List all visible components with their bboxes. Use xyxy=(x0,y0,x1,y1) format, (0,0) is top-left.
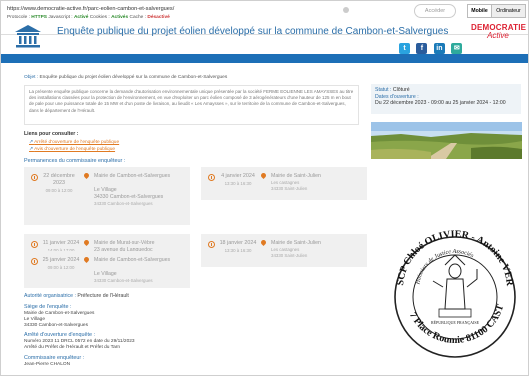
statut-value: Clôturé xyxy=(392,87,410,93)
permanence-card: 4 janvier 2024 13:30 à 16:30 Mairie de S… xyxy=(201,167,367,200)
status-panel: Statut : Clôturé Dates d'ouverture : Du … xyxy=(371,84,521,114)
cache-label: Cache : xyxy=(129,15,147,20)
objet-label: Objet : xyxy=(24,75,39,80)
description-box: La présente enquête publique concerne la… xyxy=(24,85,359,125)
objet-value: Enquête publique du projet éolien dévelo… xyxy=(39,75,228,80)
permanence-hours: 13:30 à 16:30 xyxy=(224,181,252,186)
lien-avis[interactable]: ↗ Avis d'ouverture de l'enquête publique xyxy=(29,147,115,152)
permanence-city: 34330 Cambon-et-Salvergues xyxy=(94,278,153,283)
liens-heading: Liens pour consulter : xyxy=(24,131,79,137)
commissaire-value: Jean-Pierre CHALON xyxy=(24,362,71,367)
siege-label: Siège de l'enquête : xyxy=(24,304,72,310)
map-pin-icon xyxy=(82,238,91,247)
building-logo-icon[interactable] xyxy=(13,23,43,49)
clock-icon xyxy=(31,174,38,181)
permanence-place: Mairie de Saint-Julien xyxy=(271,240,321,246)
permanence-date: 22 décembre 2023 xyxy=(43,173,75,186)
commissaire-label: Commissaire enquêteur : xyxy=(24,355,85,361)
map-pin-icon xyxy=(259,171,268,180)
svg-text:SCP Chloé OLIVIER - Antoine VE: SCP Chloé OLIVIER - Antoine VERGÉ xyxy=(389,209,515,287)
url-display[interactable]: https://www.democratie-active.fr/parc-eo… xyxy=(7,6,327,12)
arrete-line: Arrêté du Préfet de l'Hérault et Préfet … xyxy=(24,345,121,350)
cookies-label: Cookies : xyxy=(89,15,110,20)
permanence-card: 18 janvier 2024 13:30 à 16:30 Mairie de … xyxy=(201,234,367,267)
permanence-hours: 13:30 à 16:30 xyxy=(224,248,252,253)
stamp-republique: RÉPUBLIQUE FRANÇAISE xyxy=(431,320,480,325)
autorite-label: Autorité organisatrice : xyxy=(24,293,76,299)
bailiff-stamp: SCP Chloé OLIVIER - Antoine VERGÉ Huissi… xyxy=(385,200,519,375)
social-links: t f in ✉ xyxy=(399,37,464,54)
clock-icon xyxy=(208,174,215,181)
brand-line-2: Active xyxy=(487,31,509,40)
page: https://www.democratie-active.fr/parc-eo… xyxy=(0,0,529,376)
cache-value: Désactivé xyxy=(147,15,170,20)
map-pin-icon xyxy=(82,255,91,264)
permanence-card: 22 décembre 2023 09:00 à 12:00 Mairie de… xyxy=(24,167,190,225)
permanence-place: Mairie de Cambon-et-Salvergues xyxy=(94,257,171,263)
autorite-line: Autorité organisatrice : Préfecture de l… xyxy=(24,293,129,299)
clock-icon xyxy=(31,258,38,265)
permanence-city: 34330 Cambon-et-Salvergues xyxy=(94,194,164,200)
linkedin-icon[interactable]: in xyxy=(433,43,445,54)
permanence-date: 18 janvier 2024 xyxy=(219,240,257,246)
protocol-info: Protocole : HTTPS Javascript : Activé Co… xyxy=(7,15,170,20)
acceder-button[interactable]: Accéder xyxy=(414,4,456,18)
autorite-value: Préfecture de l'Hérault xyxy=(77,293,129,299)
ordinateur-toggle[interactable]: Ordinateur xyxy=(492,4,526,18)
map-pin-icon xyxy=(259,238,268,247)
siege-line: 34330 Cambon-et-Salvergues xyxy=(24,323,88,328)
stamp-text-top: SCP Chloé OLIVIER - Antoine VERGÉ xyxy=(385,200,515,287)
status-dot-icon xyxy=(343,7,349,13)
permanence-hours: 09:00 à 12:00 xyxy=(47,265,75,270)
permanence-place: Mairie de Cambon-et-Salvergues xyxy=(94,173,171,179)
https-value: HTTPS xyxy=(31,15,48,20)
lien-avis-label[interactable]: Avis d'ouverture de l'enquête publique xyxy=(34,147,115,152)
arrete-label: Arrêté d'ouverture d'enquête : xyxy=(24,332,95,338)
dates-value: Du 22 décembre 2023 - 09:00 au 25 janvie… xyxy=(375,100,506,106)
permanence-address: Le Village xyxy=(94,271,117,277)
permanence-card: 25 janvier 2024 09:00 à 12:00 Mairie de … xyxy=(24,251,190,288)
external-link-icon: ↗ xyxy=(29,147,34,152)
js-value: Activé xyxy=(73,15,89,20)
permanence-city: 34330 Saint-Julien xyxy=(271,186,308,191)
permanence-date: 4 janvier 2024 xyxy=(221,173,255,179)
map-pin-icon xyxy=(82,171,91,180)
permanence-city-small: 34330 Cambon-et-Salvergues xyxy=(94,201,153,206)
permanence-city: 34330 Saint-Julien xyxy=(271,253,308,258)
header-bar xyxy=(1,54,528,63)
js-label: Javascript : xyxy=(48,15,73,20)
svg-text:Huissiers de Justice Associés: Huissiers de Justice Associés xyxy=(415,249,475,286)
page-title: Enquête publique du projet éolien dévelo… xyxy=(57,26,449,37)
email-icon[interactable]: ✉ xyxy=(451,43,463,54)
stamp-text-inner: Huissiers de Justice Associés xyxy=(415,249,475,286)
permanence-hours: 09:00 à 12:00 xyxy=(45,188,73,193)
clock-icon xyxy=(208,241,215,248)
permanence-date: 11 janvier 2024 xyxy=(42,240,80,246)
permanences-heading: Permanences du commissaire enquêteur : xyxy=(24,158,126,164)
permanence-date: 25 janvier 2024 xyxy=(42,257,80,263)
permanence-place: Mairie de Saint-Julien xyxy=(271,173,321,179)
objet-line: Objet : Enquête publique du projet éolie… xyxy=(24,75,227,80)
lien-arrete[interactable]: ↗ Arrêté d'ouverture de l'enquête publiq… xyxy=(29,140,119,145)
facebook-icon[interactable]: f xyxy=(416,43,428,54)
external-link-icon: ↗ xyxy=(29,140,34,145)
landscape-photo xyxy=(371,122,522,159)
mobile-toggle[interactable]: Mobile xyxy=(467,4,492,18)
permanence-place: Mairie de Murat-sur-Vèbre xyxy=(94,240,155,246)
protocol-label: Protocole : xyxy=(7,15,30,20)
permanence-address: Le Village xyxy=(94,187,117,193)
statut-label: Statut : xyxy=(375,87,392,93)
cookies-value: Activés xyxy=(111,15,129,20)
twitter-icon[interactable]: t xyxy=(399,43,410,54)
brand-logo[interactable]: DEMOCRATIE Active xyxy=(471,23,526,51)
clock-icon xyxy=(31,241,38,248)
lien-arrete-label[interactable]: Arrêté d'ouverture de l'enquête publique xyxy=(34,140,119,145)
